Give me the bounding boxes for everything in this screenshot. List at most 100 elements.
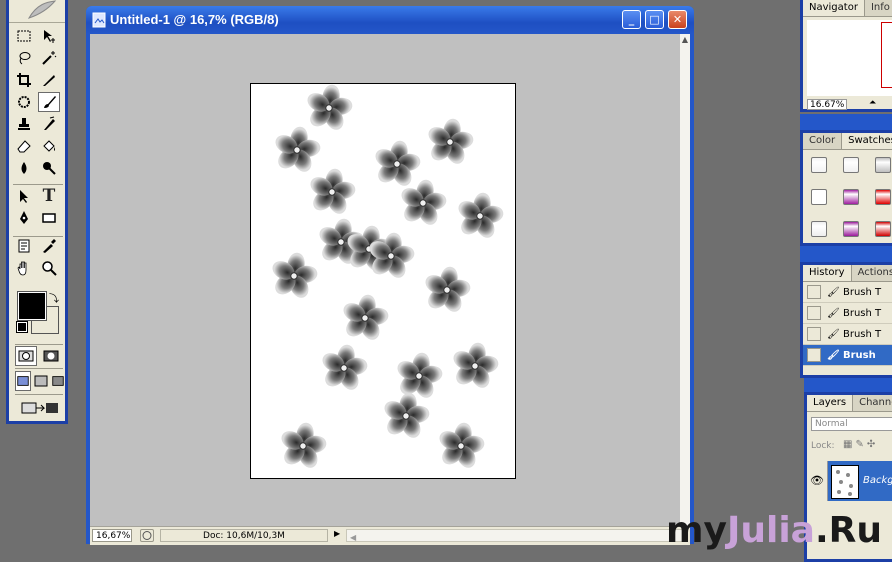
- history-snapshot-box[interactable]: [807, 306, 821, 320]
- tab-actions[interactable]: Actions: [852, 265, 892, 281]
- feather-logo-icon: [27, 0, 57, 19]
- layer-thumbnail: [831, 465, 859, 499]
- eraser-tool-icon[interactable]: [13, 136, 35, 156]
- blur-tool-icon[interactable]: [13, 158, 35, 178]
- canvas-area[interactable]: [90, 34, 680, 526]
- eyedropper-tool-icon[interactable]: [38, 236, 60, 256]
- tab-swatches[interactable]: Swatches: [842, 133, 892, 149]
- document-title: Untitled-1 @ 16,7% (RGB/8): [110, 12, 279, 27]
- style-swatch[interactable]: [811, 221, 827, 237]
- tab-color[interactable]: Color: [803, 133, 843, 149]
- standard-mode-icon[interactable]: [15, 346, 37, 366]
- history-item-current[interactable]: 🖌 Brush: [803, 345, 892, 366]
- move-tool-icon[interactable]: [38, 26, 60, 46]
- layer-row-background[interactable]: 👁 Backgr: [807, 461, 892, 501]
- layer-visibility-eye-icon[interactable]: 👁: [807, 461, 828, 501]
- style-swatch[interactable]: [875, 221, 891, 237]
- brush-history-icon: 🖌: [827, 328, 840, 340]
- zoom-level-field[interactable]: 16,67%: [92, 529, 132, 542]
- history-item[interactable]: 🖌 Brush T: [803, 324, 892, 345]
- document-window: Untitled-1 @ 16,7% (RGB/8) _ □ ✕ ▲ 16,67…: [86, 6, 694, 545]
- dodge-tool-icon[interactable]: [38, 158, 60, 178]
- notes-tool-icon[interactable]: [13, 236, 35, 256]
- slice-tool-icon[interactable]: [38, 70, 60, 90]
- color-panel: Color Swatches: [800, 130, 892, 246]
- foreground-color-swatch[interactable]: [17, 291, 47, 321]
- style-swatch[interactable]: [811, 189, 827, 205]
- rectangle-tool-icon[interactable]: [38, 208, 60, 228]
- brush-history-icon: 🖌: [827, 349, 840, 361]
- scroll-up-arrow-icon[interactable]: ▲: [680, 34, 690, 46]
- flower-stamp: [310, 168, 356, 214]
- history-item[interactable]: 🖌 Brush T: [803, 282, 892, 303]
- zoom-tool-icon[interactable]: [38, 258, 60, 278]
- history-state-marker-icon[interactable]: [807, 348, 821, 362]
- flower-stamp: [375, 140, 421, 186]
- style-swatch[interactable]: [843, 189, 859, 205]
- flower-stamp: [272, 252, 318, 298]
- history-snapshot-box[interactable]: [807, 285, 821, 299]
- navigator-zoom-field[interactable]: 16.67%: [807, 99, 847, 110]
- paint-bucket-tool-icon[interactable]: [38, 136, 60, 156]
- close-button[interactable]: ✕: [668, 10, 687, 29]
- style-swatch[interactable]: [843, 221, 859, 237]
- tab-layers[interactable]: Layers: [807, 395, 854, 411]
- vertical-scrollbar[interactable]: ▲: [680, 34, 690, 526]
- swap-colors-icon[interactable]: ⤵: [49, 290, 59, 305]
- style-swatch[interactable]: [811, 157, 827, 173]
- navigator-preview[interactable]: [807, 20, 892, 96]
- full-screen-mode-icon[interactable]: [51, 371, 65, 391]
- color-tabs: Color Swatches: [803, 133, 892, 150]
- horizontal-scrollbar[interactable]: ◀: [346, 529, 686, 542]
- hand-tool-icon[interactable]: [13, 258, 35, 278]
- layer-name[interactable]: Backgr: [863, 475, 892, 486]
- layers-tabs: Layers Channels: [807, 395, 892, 412]
- maximize-button[interactable]: □: [645, 10, 664, 29]
- document-titlebar[interactable]: Untitled-1 @ 16,7% (RGB/8) _ □ ✕: [86, 6, 694, 34]
- watermark-part-my: my: [665, 510, 727, 551]
- status-options-icon[interactable]: [140, 529, 154, 542]
- standard-screen-mode-icon[interactable]: [15, 371, 31, 391]
- type-tool-icon[interactable]: T: [38, 186, 60, 206]
- history-tabs: History Actions: [803, 265, 892, 282]
- healing-brush-tool-icon[interactable]: [13, 92, 35, 112]
- quick-mask-mode-icon[interactable]: [40, 346, 62, 366]
- flower-stamp: [397, 352, 443, 398]
- full-screen-menu-mode-icon[interactable]: [33, 371, 49, 391]
- jump-to-imageready-icon[interactable]: [17, 398, 63, 418]
- minimize-button[interactable]: _: [622, 10, 641, 29]
- marquee-tool-icon[interactable]: [13, 26, 35, 46]
- tab-info[interactable]: Info: [865, 0, 892, 16]
- history-snapshot-box[interactable]: [807, 327, 821, 341]
- history-item[interactable]: 🖌 Brush T: [803, 303, 892, 324]
- tab-channels[interactable]: Channels: [853, 395, 892, 411]
- crop-tool-icon[interactable]: [13, 70, 35, 90]
- style-swatch[interactable]: [875, 157, 891, 173]
- panel-well-divider: [800, 246, 892, 262]
- navigator-view-box[interactable]: [881, 22, 892, 88]
- flower-stamp: [453, 342, 499, 388]
- status-menu-arrow-icon[interactable]: ▶: [334, 529, 340, 538]
- zoom-out-icon[interactable]: ⏶: [869, 98, 876, 108]
- brush-history-icon: 🖌: [827, 307, 840, 319]
- style-swatch[interactable]: [843, 157, 859, 173]
- blend-mode-select[interactable]: Normal: [811, 417, 892, 431]
- document-canvas[interactable]: [250, 83, 516, 479]
- path-selection-tool-icon[interactable]: [13, 186, 35, 206]
- history-brush-tool-icon[interactable]: [38, 114, 60, 134]
- tab-history[interactable]: History: [803, 265, 852, 281]
- clone-stamp-tool-icon[interactable]: [13, 114, 35, 134]
- magic-wand-tool-icon[interactable]: [38, 48, 60, 68]
- status-bar: 16,67% Doc: 10,6M/10,3M ▶ ◀: [90, 526, 690, 545]
- style-swatch[interactable]: [875, 189, 891, 205]
- flower-stamp: [458, 192, 504, 238]
- default-colors-icon[interactable]: [16, 321, 28, 333]
- document-size-info: Doc: 10,6M/10,3M: [160, 529, 328, 542]
- pen-tool-icon[interactable]: [13, 208, 35, 228]
- flower-stamp: [281, 422, 327, 468]
- lock-icons[interactable]: ▦✎✣: [843, 439, 878, 450]
- tab-navigator[interactable]: Navigator: [803, 0, 865, 16]
- brush-tool-icon[interactable]: [38, 92, 60, 112]
- lasso-tool-icon[interactable]: [13, 48, 35, 68]
- watermark-part-ru: .Ru: [814, 510, 882, 551]
